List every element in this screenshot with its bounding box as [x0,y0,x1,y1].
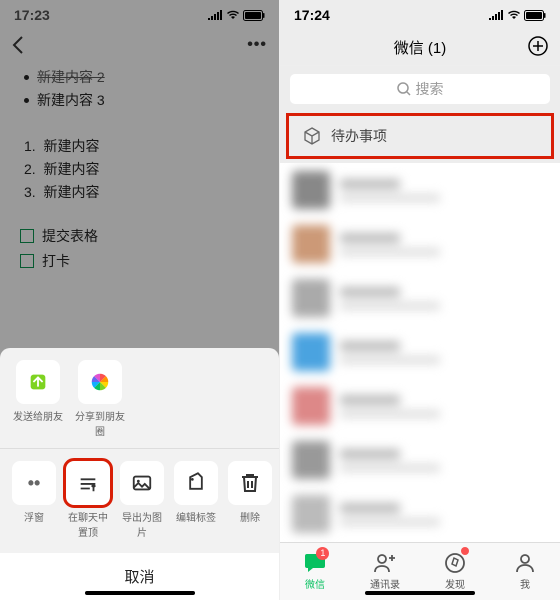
status-icons [208,10,265,21]
tab-chats[interactable]: 1 微信 [280,543,350,600]
chat-row[interactable] [280,325,560,379]
share-row: 发送给朋友 分享到朋友圈 [0,348,279,444]
status-time: 17:24 [294,7,330,23]
tab-me[interactable]: 我 [490,543,560,600]
badge: 1 [316,547,329,560]
compass-icon [444,552,466,574]
action-delete[interactable]: 删除 [228,461,272,539]
status-bar: 17:24 [280,0,560,30]
action-sheet: 发送给朋友 分享到朋友圈 [0,348,279,600]
send-friend-icon [27,371,49,393]
pin-icon [77,472,99,494]
home-indicator[interactable] [365,591,475,595]
status-time: 17:23 [14,7,50,23]
status-bar: 17:23 [0,0,279,30]
chat-row[interactable] [280,433,560,487]
nav-title: 微信 (1) [394,37,447,58]
chat-row[interactable] [280,379,560,433]
action-row: •• 浮窗 在聊天中置顶 导出为图片 编辑标签 删除 [0,449,279,545]
plus-circle-icon [528,36,548,56]
add-button[interactable] [528,36,548,60]
search-input[interactable]: 搜索 [290,74,550,104]
person-icon [514,552,536,574]
pinned-todo-item[interactable]: 待办事项 [286,113,554,159]
chat-row[interactable] [280,217,560,271]
action-float[interactable]: •• 浮窗 [12,461,56,539]
cube-icon [303,127,321,145]
share-send-friend[interactable]: 发送给朋友 [12,360,64,438]
chat-list[interactable] [280,163,560,600]
float-icon: •• [28,473,41,494]
action-pin-in-chat[interactable]: 在聊天中置顶 [66,461,110,539]
trash-icon [240,472,260,494]
nav-bar: 微信 (1) [280,30,560,66]
search-icon [397,82,411,96]
action-edit-tag[interactable]: 编辑标签 [174,461,218,539]
status-icons [489,10,546,21]
chat-row[interactable] [280,271,560,325]
tag-icon [185,472,207,494]
action-export-image[interactable]: 导出为图片 [120,461,164,539]
badge-dot [461,547,469,555]
moments-icon [89,371,111,393]
home-indicator[interactable] [85,591,195,595]
image-icon [131,472,153,494]
chat-row[interactable] [280,487,560,541]
contacts-icon [373,552,397,574]
chat-row[interactable] [280,163,560,217]
share-moments[interactable]: 分享到朋友圈 [74,360,126,438]
